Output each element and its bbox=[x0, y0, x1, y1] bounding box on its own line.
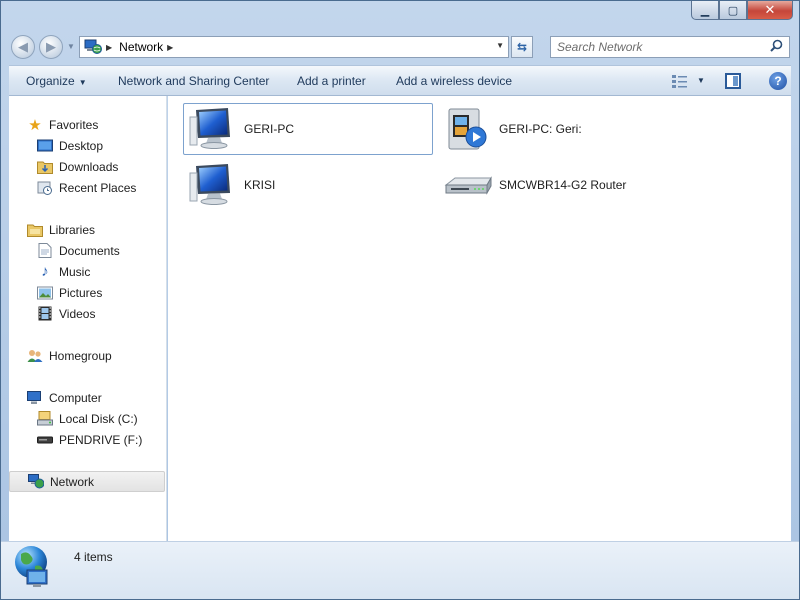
star-icon: ★ bbox=[28, 116, 42, 134]
organize-label: Organize bbox=[26, 74, 75, 88]
libraries-icon bbox=[27, 222, 43, 238]
network-item-geri-pc-media[interactable]: GERI-PC: Geri: bbox=[438, 103, 688, 155]
film-strip-icon bbox=[37, 306, 53, 322]
sidebar-item-videos[interactable]: Videos bbox=[9, 303, 95, 324]
sidebar-item-recent-places[interactable]: Recent Places bbox=[9, 177, 136, 198]
forward-button[interactable]: ▶ bbox=[39, 35, 63, 59]
network-item-label: SMCWBR14-G2 Router bbox=[499, 178, 627, 192]
sidebar-item-label: Computer bbox=[49, 390, 102, 405]
sidebar-item-label: Music bbox=[59, 264, 91, 279]
add-wireless-device-button[interactable]: Add a wireless device bbox=[396, 74, 512, 88]
breadcrumb-separator-icon[interactable]: ▶ bbox=[106, 43, 112, 52]
sidebar-item-music[interactable]: ♪ Music bbox=[9, 261, 90, 282]
network-item-router[interactable]: SMCWBR14-G2 Router bbox=[438, 159, 688, 211]
sidebar-item-label: Pictures bbox=[59, 285, 103, 300]
address-history-icon[interactable]: ▼ bbox=[496, 41, 504, 50]
refresh-button[interactable]: ⇆ bbox=[511, 36, 533, 58]
change-view-button[interactable] bbox=[671, 73, 689, 89]
explorer-window: ▁ ▢ ✕ ◀ ▶ ▼ ▶ Network ▶ ▼ ⇆ Search Netwo… bbox=[0, 0, 800, 600]
search-icon[interactable] bbox=[770, 39, 783, 52]
sidebar-item-downloads[interactable]: Downloads bbox=[9, 156, 118, 177]
sidebar-item-label: Videos bbox=[59, 306, 96, 321]
network-icon bbox=[28, 474, 44, 490]
preview-pane-button[interactable] bbox=[725, 73, 741, 89]
network-sharing-center-button[interactable]: Network and Sharing Center bbox=[118, 74, 269, 88]
pictures-icon bbox=[37, 285, 53, 301]
sidebar-item-libraries[interactable]: Libraries bbox=[9, 219, 95, 240]
arrow-right-icon: ▶ bbox=[46, 39, 56, 54]
sidebar-item-label: Desktop bbox=[59, 138, 104, 153]
item-count: 4 items bbox=[74, 550, 113, 564]
maximize-button[interactable]: ▢ bbox=[719, 1, 747, 20]
breadcrumb-network[interactable]: Network bbox=[119, 40, 163, 54]
content-area[interactable]: GERI-PC GERI-PC: Geri: KRISI SMCWBR14-G2… bbox=[168, 96, 791, 541]
refresh-icon: ⇆ bbox=[516, 40, 528, 54]
search-input[interactable] bbox=[551, 37, 761, 57]
add-printer-button[interactable]: Add a printer bbox=[297, 74, 366, 88]
sidebar-item-label: Network bbox=[50, 474, 95, 489]
removable-drive-icon bbox=[37, 432, 53, 448]
sidebar-item-favorites[interactable]: ★ Favorites bbox=[9, 114, 98, 135]
network-globe-icon bbox=[11, 544, 57, 590]
sidebar-item-label: Local Disk (C:) bbox=[59, 411, 138, 426]
router-icon bbox=[443, 162, 493, 208]
recent-places-icon bbox=[37, 180, 53, 196]
sidebar-item-label: Libraries bbox=[49, 222, 96, 237]
network-icon bbox=[84, 39, 102, 55]
sidebar-item-label: Homegroup bbox=[49, 348, 112, 363]
documents-icon bbox=[37, 243, 53, 259]
homegroup-icon bbox=[27, 348, 43, 364]
network-item-geri-pc[interactable]: GERI-PC bbox=[183, 103, 433, 155]
desktop-icon bbox=[37, 138, 53, 154]
sidebar-item-computer[interactable]: Computer bbox=[9, 387, 102, 408]
computer-icon bbox=[27, 390, 43, 406]
sidebar-item-local-disk[interactable]: Local Disk (C:) bbox=[9, 408, 138, 429]
sidebar-item-desktop[interactable]: Desktop bbox=[9, 135, 103, 156]
downloads-folder-icon bbox=[37, 159, 53, 175]
network-item-label: GERI-PC bbox=[244, 122, 295, 136]
address-bar[interactable]: ▶ Network ▶ ▼ bbox=[79, 36, 509, 58]
navigation-pane: ★ Favorites Desktop Downloads Recent Pla… bbox=[9, 96, 167, 541]
sidebar-item-pictures[interactable]: Pictures bbox=[9, 282, 102, 303]
sidebar-item-pendrive[interactable]: PENDRIVE (F:) bbox=[9, 429, 142, 450]
music-note-icon: ♪ bbox=[41, 263, 49, 280]
details-pane: 4 items bbox=[1, 541, 799, 599]
title-bar[interactable]: ▁ ▢ ✕ bbox=[1, 1, 799, 31]
back-button[interactable]: ◀ bbox=[11, 35, 35, 59]
hard-drive-icon bbox=[37, 411, 53, 427]
minimize-button[interactable]: ▁ bbox=[691, 1, 719, 20]
view-list-icon bbox=[672, 75, 687, 88]
computer-icon bbox=[188, 106, 238, 152]
sidebar-item-label: Recent Places bbox=[59, 180, 137, 195]
recent-pages-button[interactable]: ▼ bbox=[67, 42, 75, 51]
sidebar-item-label: Downloads bbox=[59, 159, 119, 174]
arrow-left-icon: ◀ bbox=[18, 39, 28, 54]
view-options-chevron-icon[interactable]: ▼ bbox=[697, 76, 705, 85]
breadcrumb-separator-icon[interactable]: ▶ bbox=[167, 43, 173, 52]
sidebar-item-label: Documents bbox=[59, 243, 120, 258]
close-button[interactable]: ✕ bbox=[747, 1, 793, 20]
help-button[interactable]: ? bbox=[769, 72, 787, 90]
background-titles bbox=[1, 1, 561, 15]
media-device-icon bbox=[443, 106, 493, 152]
network-item-label: GERI-PC: Geri: bbox=[499, 122, 582, 136]
caption-buttons: ▁ ▢ ✕ bbox=[691, 1, 793, 20]
navigation-bar: ◀ ▶ ▼ ▶ Network ▶ ▼ ⇆ bbox=[1, 32, 799, 62]
search-box[interactable] bbox=[550, 36, 790, 58]
sidebar-item-label: PENDRIVE (F:) bbox=[59, 432, 143, 447]
sidebar-item-homegroup[interactable]: Homegroup bbox=[9, 345, 112, 366]
computer-icon bbox=[188, 162, 238, 208]
sidebar-item-label: Favorites bbox=[49, 117, 99, 132]
command-bar: Organize ▼ Network and Sharing Center Add… bbox=[9, 65, 791, 96]
organize-button[interactable]: Organize ▼ bbox=[26, 74, 87, 88]
network-item-label: KRISI bbox=[244, 178, 276, 192]
sidebar-item-documents[interactable]: Documents bbox=[9, 240, 120, 261]
network-item-krisi[interactable]: KRISI bbox=[183, 159, 433, 211]
chevron-down-icon: ▼ bbox=[78, 78, 87, 87]
sidebar-item-network[interactable]: Network bbox=[9, 471, 165, 492]
